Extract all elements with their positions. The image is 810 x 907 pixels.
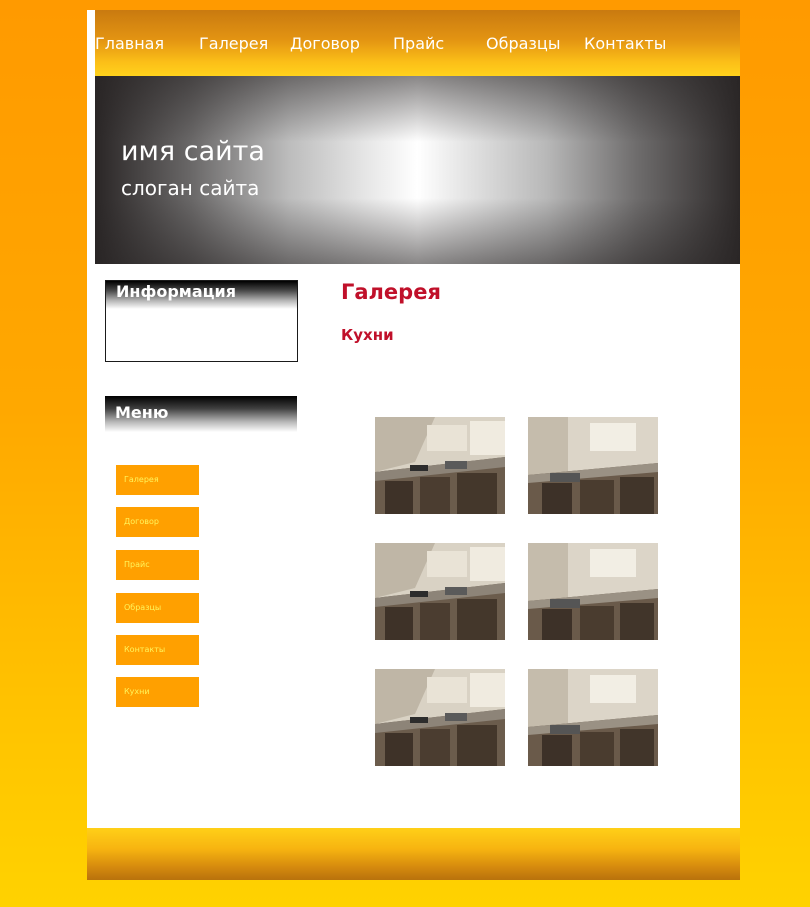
sidebar-item-samples[interactable]: Образцы <box>116 593 199 623</box>
menu-box-title: Меню <box>105 396 297 432</box>
nav-item-gallery[interactable]: Галерея <box>199 34 268 53</box>
nav-item-contract[interactable]: Договор <box>290 34 360 53</box>
kitchen-photo-image <box>375 417 505 514</box>
kitchen-photo-4[interactable] <box>528 543 658 640</box>
site-slogan: слоган сайта <box>121 176 260 200</box>
kitchen-photo-5[interactable] <box>375 669 505 766</box>
kitchen-photo-2[interactable] <box>528 417 658 514</box>
nav-item-home[interactable]: Главная <box>95 34 164 53</box>
kitchen-photo-image <box>528 417 658 514</box>
sidebar-item-kitchens[interactable]: Кухни <box>116 677 199 707</box>
sidebar-item-price[interactable]: Прайс <box>116 550 199 580</box>
page-footer <box>87 828 740 880</box>
nav-item-samples[interactable]: Образцы <box>486 34 560 53</box>
sidebar-item-contract[interactable]: Договор <box>116 507 199 537</box>
sidebar-item-gallery[interactable]: Галерея <box>116 465 199 495</box>
kitchen-photo-3[interactable] <box>375 543 505 640</box>
nav-item-price[interactable]: Прайс <box>393 34 444 53</box>
top-navigation: Главная Галерея Договор Прайс Образцы Ко… <box>95 10 740 76</box>
kitchen-photo-image <box>528 543 658 640</box>
banner-shade <box>95 76 740 264</box>
kitchen-photo-image <box>528 669 658 766</box>
kitchen-photo-1[interactable] <box>375 417 505 514</box>
kitchen-photo-6[interactable] <box>528 669 658 766</box>
kitchen-photo-image <box>375 669 505 766</box>
sidebar-item-contacts[interactable]: Контакты <box>116 635 199 665</box>
header-banner: имя сайта слоган сайта <box>95 76 740 264</box>
info-box: Информация <box>105 280 298 362</box>
nav-item-contacts[interactable]: Контакты <box>584 34 666 53</box>
page-container: Главная Галерея Договор Прайс Образцы Ко… <box>87 10 740 880</box>
page-title: Галерея <box>341 280 441 304</box>
page-subtitle: Кухни <box>341 326 394 344</box>
info-box-title: Информация <box>106 281 297 309</box>
site-name: имя сайта <box>121 136 265 167</box>
kitchen-photo-image <box>375 543 505 640</box>
